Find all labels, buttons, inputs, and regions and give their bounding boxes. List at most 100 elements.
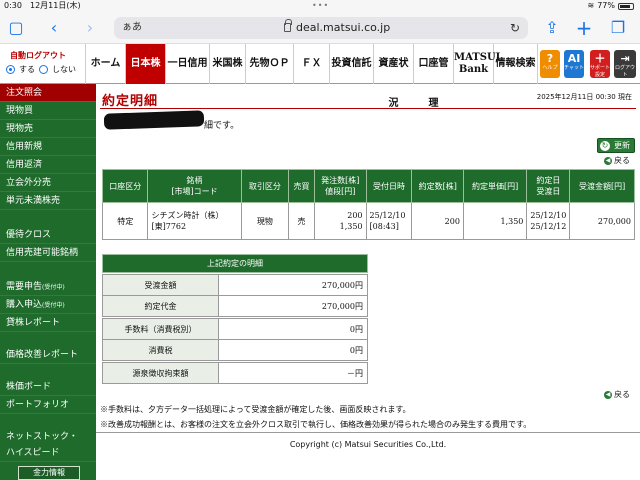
sidebar-item-stock-board[interactable]: 株価ボード (0, 378, 96, 396)
col-order-qty: 発注数[株] (321, 176, 360, 185)
tab-futures-options[interactable]: 先物ＯＰ (246, 44, 294, 84)
tab-day-margin[interactable]: 一日信用 (166, 44, 210, 84)
sidebar-item-portfolio[interactable]: ポートフォリオ (0, 396, 96, 414)
cell-issue-name[interactable]: シチズン時計（株） (151, 211, 223, 220)
sidebar-item-purchase-application[interactable]: 購入申込(受付中) (0, 296, 96, 314)
tab-info-search[interactable]: 情報検索 (494, 44, 538, 84)
sidebar-item-benefit-cross[interactable]: 優待クロス (0, 226, 96, 244)
refresh-icon: ↻ (600, 141, 610, 151)
summary-row-commission: 手数料（消費税別） 0円 (102, 318, 368, 340)
wifi-icon: ≋ (587, 1, 595, 10)
sidebar-fund-info-button[interactable]: 金力情報 (18, 466, 80, 480)
summary-row-execution: 約定代金 270,000円 (102, 295, 368, 317)
cell-issue: シチズン時計（株） [東]7762 (147, 202, 242, 240)
auto-logout-on-radio[interactable] (6, 65, 15, 74)
tab-japan-stocks[interactable]: 日本株 (126, 44, 166, 84)
cell-dates: 25/12/10 25/12/12 (526, 202, 571, 240)
auto-logout-on-label: する (19, 65, 35, 74)
sidebar-item-netstock-line2[interactable]: ハイスピード (0, 444, 96, 462)
sidebar-item-lending-report[interactable]: 貸株レポート (0, 314, 96, 332)
address-bar[interactable]: ぁあ deal.matsui.co.jp ↻ (114, 17, 528, 39)
summary-title: 上記約定の明細 (102, 254, 368, 273)
tab-account[interactable]: 口座管理 (414, 44, 454, 109)
sidebar-item-price-improvement[interactable]: 価格改善レポート (0, 346, 96, 364)
summary-label: 消費税 (102, 339, 219, 361)
help-label: ヘルプ (542, 65, 558, 71)
main-content: 約定明細 2025年12月11日 00:30 現在 細です。 ↻ 更新 ◀ 戻る … (96, 84, 640, 480)
reload-icon[interactable]: ↻ (510, 17, 520, 39)
new-tab-icon[interactable]: + (574, 18, 594, 38)
cell-order-qty: 200 (347, 211, 363, 220)
timestamp: 2025年12月11日 00:30 現在 (536, 93, 632, 101)
auto-logout: 自動ログアウト する しない (0, 44, 86, 84)
summary-label: 約定代金 (102, 295, 219, 317)
logout-button[interactable]: ⇥ ログアウト (614, 50, 636, 78)
col-exec-date: 約定日 (536, 176, 561, 185)
sidebar-item-cash-buy[interactable]: 現物買 (0, 102, 96, 120)
battery-percent: 77% (597, 1, 615, 10)
demand-status: (受付中) (42, 284, 65, 291)
support-settings-button[interactable]: ＋ サポート 設定 (590, 50, 610, 78)
demand-label: 需要申告 (6, 282, 43, 292)
tabs-overview-icon[interactable]: ❐ (608, 18, 628, 38)
sidebar-toggle-icon[interactable]: ▢ (6, 18, 26, 38)
refresh-button[interactable]: ↻ 更新 (597, 138, 635, 153)
col-received: 受付日時 (365, 169, 413, 203)
sidebar-item-margin-close[interactable]: 信用返済 (0, 156, 96, 174)
cell-exec-date: 25/12/10 (530, 211, 567, 220)
multitask-dots-icon[interactable]: ••• (312, 0, 329, 12)
summary-label: 源泉徴収拘束額 (102, 362, 219, 384)
help-button[interactable]: ? ヘルプ (540, 50, 560, 78)
back-icon: ◀ (604, 390, 612, 399)
tab-assets[interactable]: 資産状況 (374, 44, 414, 109)
summary-value: 270,000円 (218, 295, 368, 317)
redaction-mark-inner (110, 114, 196, 126)
auto-logout-off-radio[interactable] (39, 65, 48, 74)
lock-icon (284, 19, 292, 32)
tab-home[interactable]: ホーム (86, 44, 126, 84)
cell-received-date: 25/12/10 (369, 211, 406, 220)
purchase-status: (受付中) (42, 302, 65, 309)
tab-fx[interactable]: ＦＸ (294, 44, 330, 84)
cell-trade-type: 現物 (240, 202, 290, 240)
back-label: 戻る (614, 156, 630, 165)
tab-matsui-bank[interactable]: MATSUI Bank (454, 44, 500, 84)
summary-table: 上記約定の明細 受渡金額 270,000円 約定代金 270,000円 手数料（… (102, 254, 368, 384)
sidebar-item-odd-lot-sell[interactable]: 単元未満株売 (0, 192, 96, 210)
auto-logout-off-label: しない (52, 65, 76, 74)
col-issue-code: [市場]コード (171, 187, 218, 196)
tab-funds[interactable]: 投資信託 (330, 44, 374, 84)
sidebar-item-short-available[interactable]: 信用売建可能銘柄 (0, 244, 96, 262)
sidebar-item-off-floor[interactable]: 立会外分売 (0, 174, 96, 192)
sidebar-item-order-inquiry[interactable]: 注文照会 (0, 84, 96, 102)
tab-us-stocks[interactable]: 米国株 (210, 44, 246, 84)
share-icon[interactable]: ⇪ (542, 18, 562, 38)
back-link-bottom[interactable]: ◀ 戻る (604, 389, 630, 400)
ai-icon: AI (567, 52, 581, 65)
forward-arrow-icon[interactable]: › (80, 18, 100, 38)
url-host: deal.matsui.co.jp (296, 21, 391, 34)
cell-settle-date: 25/12/12 (530, 222, 567, 231)
summary-label: 手数料（消費税別） (102, 318, 219, 340)
support-label: サポート 設定 (590, 65, 611, 78)
col-order-price: 値段[円] (325, 187, 356, 196)
date: 12月11日(木) (30, 1, 81, 10)
clock: 0:30 (4, 1, 22, 10)
col-side: 売買 (288, 169, 315, 203)
back-link-top[interactable]: ◀ 戻る (604, 155, 630, 166)
title-divider (100, 108, 636, 109)
page-title: 約定明細 (102, 94, 159, 109)
sidebar-item-cash-sell[interactable]: 現物売 (0, 120, 96, 138)
col-exec-qty: 約定数[株] (411, 169, 464, 203)
reader-aa-button[interactable]: ぁあ (122, 17, 142, 39)
summary-value: 270,000円 (218, 274, 368, 296)
note-improvement-fee: ※改善成功報酬とは、お客様の注文を立会外クロス取引で執行し、価格改善効果が得られ… (100, 420, 532, 429)
sidebar-item-margin-new[interactable]: 信用新規 (0, 138, 96, 156)
status-indicators: ≋ 77% (588, 0, 634, 12)
back-arrow-icon[interactable]: ‹ (44, 18, 64, 38)
sidebar-item-demand-declaration[interactable]: 需要申告(受付中) (0, 278, 96, 296)
summary-row-withholding: 源泉徴収拘束額 －円 (102, 362, 368, 384)
tab-matsui-bank-line2: Bank (458, 64, 489, 75)
site-header: 自動ログアウト する しない ホーム 日本株 一日信用 米国株 先物ＯＰ ＦＸ … (0, 44, 640, 109)
ai-chat-button[interactable]: AI チャット (564, 50, 584, 78)
